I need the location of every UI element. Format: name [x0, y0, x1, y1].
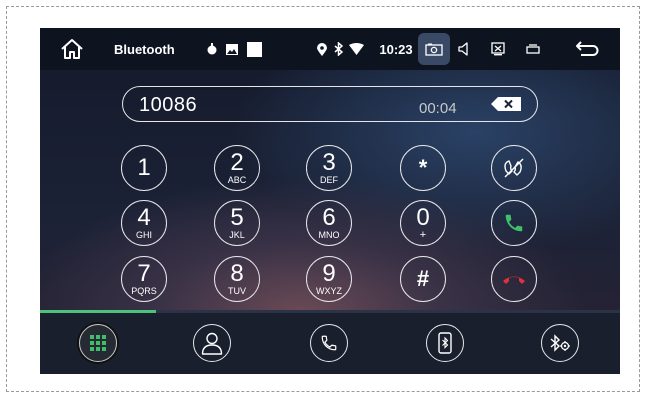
- key-3[interactable]: 3 DEF: [306, 145, 352, 191]
- keypad-icon: [90, 335, 106, 351]
- key-letters: +: [419, 228, 427, 241]
- switch-audio-button[interactable]: [491, 145, 537, 191]
- key-letters: PQRS: [131, 285, 157, 296]
- switch-audio-icon: [504, 158, 524, 178]
- key-4[interactable]: 4 GHI: [121, 200, 167, 246]
- wifi-icon: [347, 28, 365, 70]
- nav-keypad[interactable]: [79, 324, 117, 362]
- camera-icon: [425, 43, 443, 56]
- volume-icon[interactable]: [454, 28, 474, 70]
- key-letters: WXYZ: [316, 285, 342, 296]
- location-icon: [315, 28, 329, 70]
- nav-bluetooth-settings[interactable]: [541, 324, 579, 362]
- phone-answer-icon: [505, 214, 523, 232]
- bluetooth-icon: [331, 28, 345, 70]
- key-digit: 8: [230, 259, 244, 287]
- key-hash[interactable]: #: [400, 256, 446, 302]
- status-bar: Bluetooth 10:23: [40, 28, 620, 70]
- key-5[interactable]: 5 JKL: [214, 200, 260, 246]
- call-log-icon: [321, 335, 337, 351]
- nav-phone-bluetooth[interactable]: [426, 324, 464, 362]
- key-digit: 6: [322, 203, 336, 231]
- key-digit: 5: [230, 203, 244, 231]
- key-letters: MNO: [318, 229, 340, 240]
- app-title: Bluetooth: [114, 41, 175, 57]
- key-letters: TUV: [228, 285, 246, 296]
- key-letters: DEF: [320, 174, 338, 185]
- camera-button[interactable]: [418, 33, 450, 65]
- hangup-call-button[interactable]: [491, 256, 537, 302]
- key-7[interactable]: 7 PQRS: [121, 256, 167, 302]
- status-time: 10:23: [379, 41, 413, 57]
- dialed-number-display: 10086 00:04: [122, 86, 538, 122]
- key-8[interactable]: 8 TUV: [214, 256, 260, 302]
- screen-mirror-icon[interactable]: [488, 28, 508, 70]
- key-digit: 3: [322, 148, 336, 176]
- key-digit: 0: [416, 203, 430, 231]
- image-icon: [224, 28, 240, 70]
- head-unit-screen: Bluetooth 10:23 10086 00:04 1 2 ABC 3 DE…: [40, 28, 620, 374]
- nav-call-log[interactable]: [310, 324, 348, 362]
- key-letters: ABC: [227, 174, 247, 185]
- key-letters: GHI: [135, 229, 152, 240]
- backspace-icon[interactable]: [491, 97, 521, 116]
- white-square-icon: [245, 28, 263, 70]
- contacts-icon: [201, 332, 223, 355]
- back-icon[interactable]: [570, 28, 604, 70]
- bluetooth-settings-icon: [550, 334, 570, 352]
- key-digit: 4: [137, 203, 151, 231]
- key-letters: JKL: [229, 229, 245, 240]
- key-symbol: *: [418, 155, 428, 180]
- key-6[interactable]: 6 MNO: [306, 200, 352, 246]
- key-digit: 7: [137, 259, 151, 287]
- recent-apps-icon[interactable]: [523, 28, 543, 70]
- key-1[interactable]: 1: [121, 145, 167, 191]
- home-icon[interactable]: [52, 28, 92, 70]
- key-digit: 1: [137, 154, 151, 181]
- dialed-number: 10086: [139, 94, 198, 116]
- key-star[interactable]: *: [400, 145, 446, 191]
- call-timer: 00:04: [419, 100, 457, 117]
- key-digit: 2: [230, 148, 244, 176]
- key-9[interactable]: 9 WXYZ: [306, 256, 352, 302]
- answer-call-button[interactable]: [491, 200, 537, 246]
- key-symbol: #: [416, 266, 430, 291]
- phone-hangup-icon: [503, 276, 525, 284]
- bottom-nav-bar: [40, 313, 620, 374]
- nav-contacts[interactable]: [193, 324, 231, 362]
- notification-dot-icon: [204, 28, 220, 70]
- key-0[interactable]: 0 +: [400, 200, 446, 246]
- phone-bluetooth-icon: [438, 332, 452, 354]
- key-digit: 9: [322, 259, 336, 287]
- key-2[interactable]: 2 ABC: [214, 145, 260, 191]
